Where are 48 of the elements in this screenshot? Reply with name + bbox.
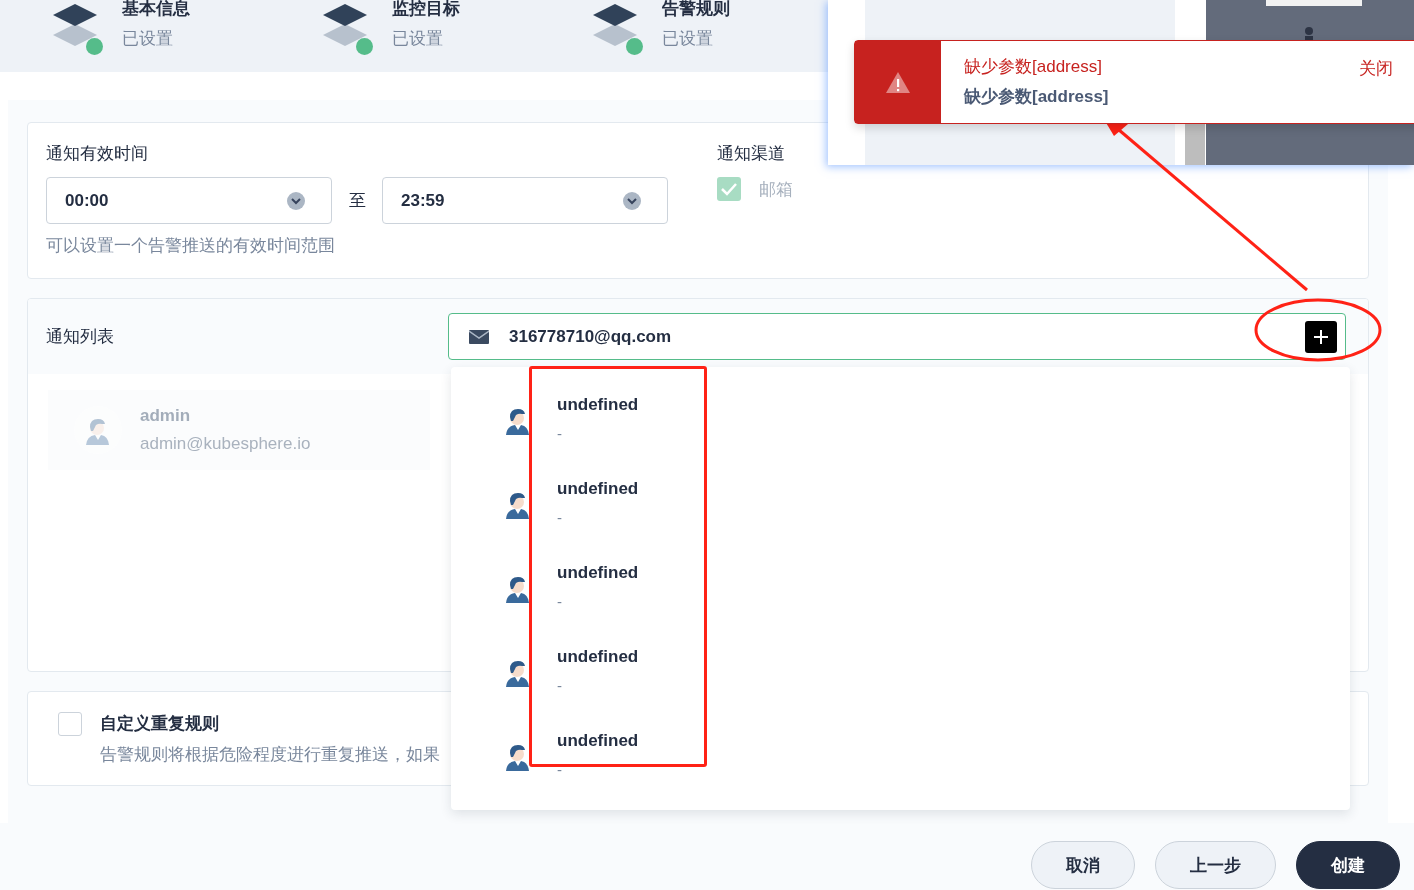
option-detail: -	[557, 677, 563, 694]
hint-text: 可以设置一个告警推送的有效时间范围	[46, 235, 336, 257]
checkbox[interactable]	[58, 712, 82, 736]
field-label: 通知列表	[46, 325, 114, 348]
option-detail: -	[557, 593, 563, 610]
footer-button[interactable]: 上一步	[1155, 841, 1276, 889]
time-select[interactable]: 00:00	[46, 177, 332, 224]
option-detail: -	[557, 761, 563, 778]
field-label: 通知渠道	[717, 143, 786, 165]
user-option[interactable]: undefined -	[451, 561, 1350, 645]
option-description: 告警规则将根据危险程度进行重复推送，如果	[100, 744, 440, 766]
option-detail: -	[557, 509, 563, 526]
checkbox-label: 邮箱	[759, 178, 793, 201]
warning-icon	[885, 70, 911, 94]
error-title: 缺少参数[address]	[964, 56, 1103, 78]
user-email: admin@kubesphere.io	[140, 434, 311, 454]
chevron-icon	[287, 191, 305, 210]
option-name: undefined	[557, 562, 639, 584]
step-title[interactable]: 监控目标	[392, 0, 460, 20]
user-option[interactable]: undefined -	[451, 477, 1350, 561]
time-select[interactable]: 23:59	[382, 177, 668, 224]
user-icon	[1304, 26, 1314, 40]
option-title: 自定义重复规则	[100, 713, 220, 735]
chevron-icon	[623, 191, 641, 210]
step-status: 已设置	[662, 28, 714, 50]
mail-icon	[469, 329, 489, 344]
step-status: 已设置	[392, 28, 444, 50]
option-name: undefined	[557, 394, 639, 416]
error-message: 缺少参数[address]	[964, 86, 1110, 108]
field-label: 通知有效时间	[46, 143, 149, 165]
range-separator: 至	[347, 190, 367, 212]
user-option[interactable]: undefined -	[451, 645, 1350, 729]
close-link[interactable]: 关闭	[1359, 57, 1393, 79]
step-status: 已设置	[122, 28, 174, 50]
user-name: admin	[140, 406, 192, 426]
option-name: undefined	[557, 478, 639, 500]
option-name: undefined	[557, 730, 639, 752]
plus-icon	[1313, 328, 1329, 345]
create-button[interactable]: 创建	[1296, 841, 1400, 889]
user-option[interactable]: undefined -	[451, 393, 1350, 477]
add-button[interactable]	[1305, 320, 1337, 353]
footer-button[interactable]: 取消	[1031, 841, 1135, 889]
user-option[interactable]: undefined -	[451, 729, 1350, 813]
option-detail: -	[557, 425, 563, 442]
email-field[interactable]: 316778710@qq.com	[448, 313, 1346, 360]
step-title[interactable]: 基本信息	[122, 0, 190, 20]
option-name: undefined	[557, 646, 639, 668]
step-title[interactable]: 告警规则	[662, 0, 730, 20]
